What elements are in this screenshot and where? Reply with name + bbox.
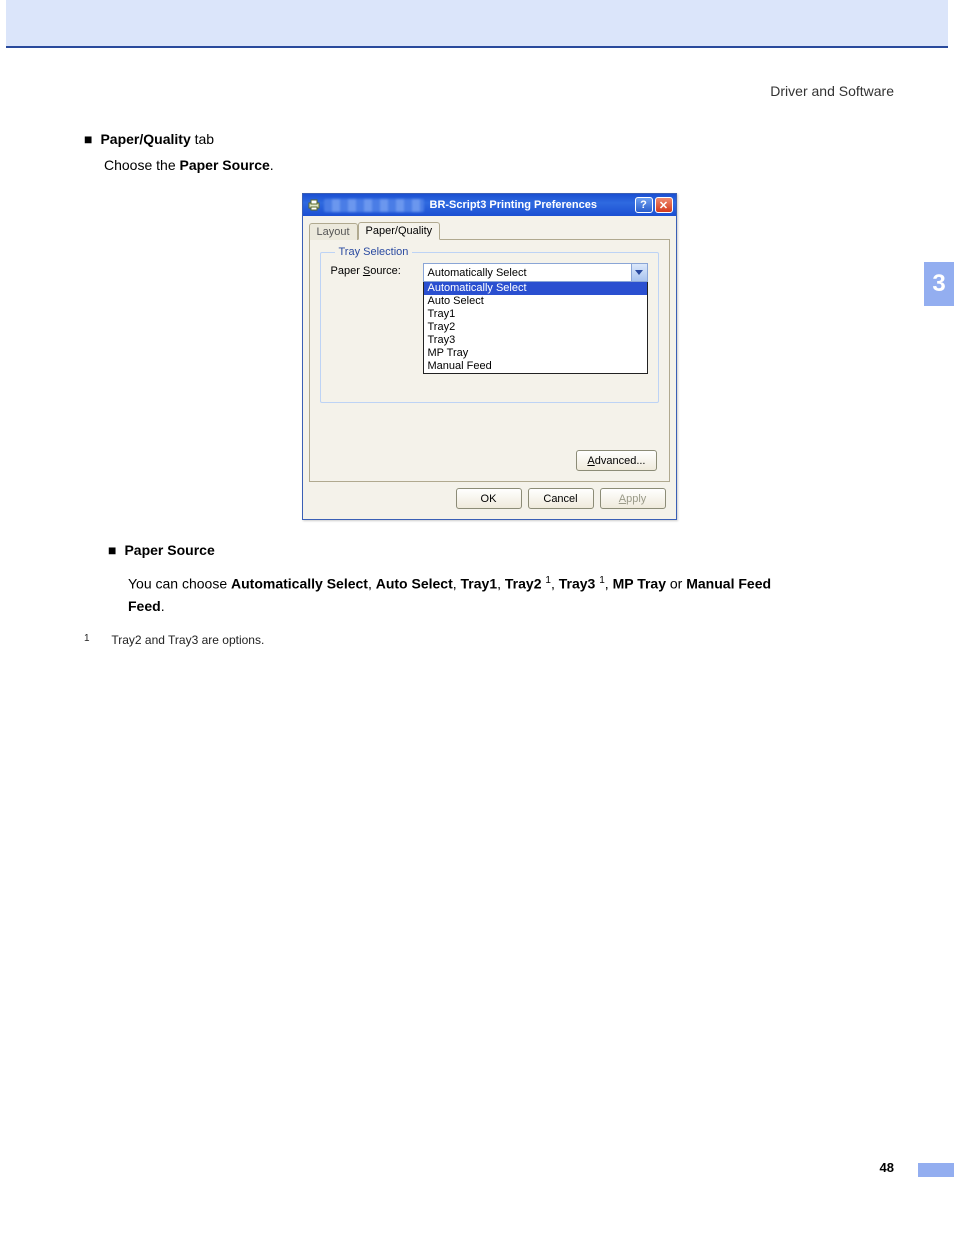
chapter-tab: 3 <box>924 262 954 306</box>
chevron-down-icon[interactable] <box>631 264 647 281</box>
advanced-button[interactable]: Advanced... <box>576 450 656 471</box>
dialog-title: BR-Script3 Printing Preferences <box>430 199 598 211</box>
tabs-row: Layout Paper/Quality <box>309 220 670 240</box>
fieldset-legend: Tray Selection <box>335 246 413 258</box>
paper-quality-bold: Paper/Quality <box>100 131 190 147</box>
footnote-text: Tray2 and Tray3 are options. <box>111 633 264 647</box>
feed-word: Feed <box>128 598 161 614</box>
option-automatically-select[interactable]: Automatically Select <box>424 282 647 295</box>
page-number: 48 <box>880 1160 894 1175</box>
section-header: Driver and Software <box>0 48 954 99</box>
footnote: 1 Tray2 and Tray3 are options. <box>84 633 894 647</box>
paper-source-description: You can choose Automatically Select, Aut… <box>128 570 894 617</box>
tab-paper-quality[interactable]: Paper/Quality <box>358 222 441 240</box>
option-tray3[interactable]: Tray3 <box>424 334 647 347</box>
paper-source-label: Paper Source: <box>331 263 423 277</box>
tab-layout[interactable]: Layout <box>309 223 358 240</box>
dialog-button-row: OK Cancel Apply <box>309 482 670 511</box>
bullet-paper-quality: ■ Paper/Quality tab <box>84 129 894 149</box>
titlebar: BR-Script3 Printing Preferences ? ✕ <box>303 194 676 216</box>
combo-selected: Automatically Select <box>428 267 527 279</box>
choose-prefix: Choose the <box>104 157 180 173</box>
tab-pane: Tray Selection Paper Source: Automatical… <box>309 240 670 482</box>
title-blurred <box>324 199 424 212</box>
paper-source-combo[interactable]: Automatically Select Automatically Selec… <box>423 263 648 374</box>
combo-listbox[interactable]: Automatically Select Auto Select Tray1 T… <box>423 282 648 374</box>
bullet-text: Paper/Quality tab <box>100 129 214 149</box>
footnote-number: 1 <box>84 633 108 644</box>
paper-quality-rest: tab <box>191 131 214 147</box>
printing-preferences-dialog: BR-Script3 Printing Preferences ? ✕ Layo… <box>302 193 677 520</box>
cancel-button[interactable]: Cancel <box>528 488 594 509</box>
choose-suffix: . <box>270 157 274 173</box>
ok-button[interactable]: OK <box>456 488 522 509</box>
option-tray1[interactable]: Tray1 <box>424 308 647 321</box>
close-button[interactable]: ✕ <box>655 197 673 213</box>
option-mp-tray[interactable]: MP Tray <box>424 347 647 360</box>
dialog-body: Layout Paper/Quality Tray Selection Pape… <box>303 216 676 519</box>
paper-source-heading: Paper Source <box>124 540 214 560</box>
option-manual-feed[interactable]: Manual Feed <box>424 360 647 373</box>
bottom-accent <box>918 1163 954 1177</box>
option-tray2[interactable]: Tray2 <box>424 321 647 334</box>
square-bullet-icon: ■ <box>108 540 116 560</box>
help-button[interactable]: ? <box>635 197 653 213</box>
choose-bold: Paper Source <box>180 157 270 173</box>
apply-button[interactable]: Apply <box>600 488 666 509</box>
top-band <box>6 0 948 48</box>
page-content: ■ Paper/Quality tab Choose the Paper Sou… <box>0 99 954 647</box>
combo-box[interactable]: Automatically Select <box>423 263 648 282</box>
option-auto-select[interactable]: Auto Select <box>424 295 647 308</box>
square-bullet-icon: ■ <box>84 129 92 149</box>
tray-selection-fieldset: Tray Selection Paper Source: Automatical… <box>320 252 659 403</box>
bullet-paper-source: ■ Paper Source <box>108 540 894 560</box>
printer-icon <box>307 198 321 212</box>
choose-line: Choose the Paper Source. <box>104 155 894 175</box>
